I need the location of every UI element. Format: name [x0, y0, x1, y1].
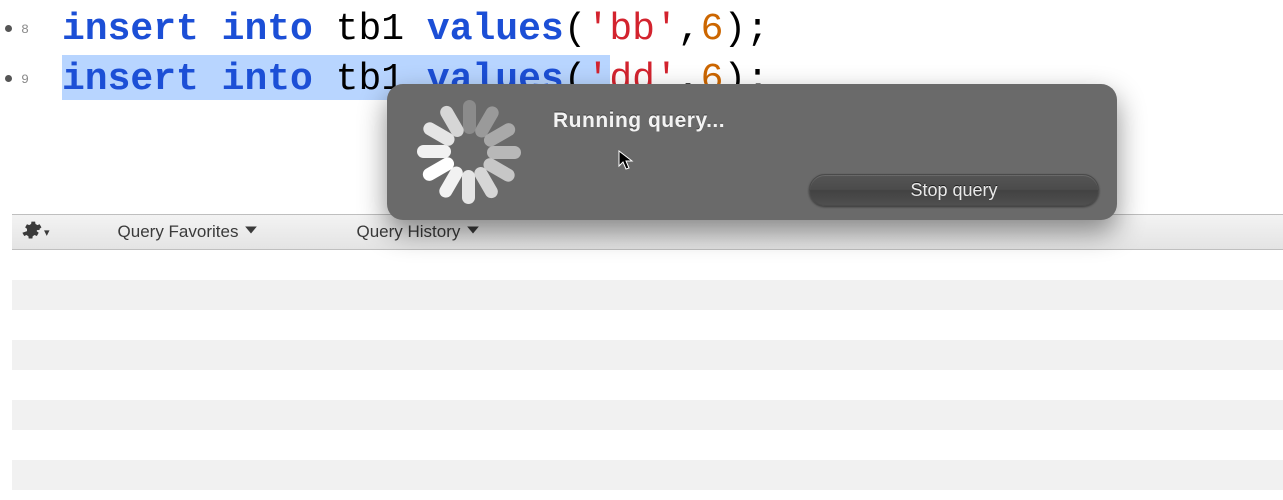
chevron-down-icon: ▾: [44, 226, 50, 239]
chevron-down-icon: [244, 222, 258, 242]
code-line[interactable]: insert into tb1 values('bb',6);: [62, 5, 769, 55]
line-number: 8: [0, 5, 50, 55]
running-query-status: Running query...: [553, 109, 725, 133]
stop-query-button[interactable]: Stop query: [809, 174, 1099, 206]
query-history-label: Query History: [356, 222, 460, 242]
line-number: 9: [0, 55, 50, 105]
query-favorites-label: Query Favorites: [118, 222, 239, 242]
running-query-dialog: Running query... Stop query: [387, 84, 1117, 220]
gear-icon: [20, 219, 42, 246]
query-favorites-menu[interactable]: Query Favorites: [112, 222, 265, 242]
results-table[interactable]: [12, 250, 1283, 500]
query-history-menu[interactable]: Query History: [350, 222, 486, 242]
chevron-down-icon: [466, 222, 480, 242]
settings-menu-button[interactable]: ▾: [20, 219, 50, 246]
spinner-icon: [407, 92, 527, 212]
